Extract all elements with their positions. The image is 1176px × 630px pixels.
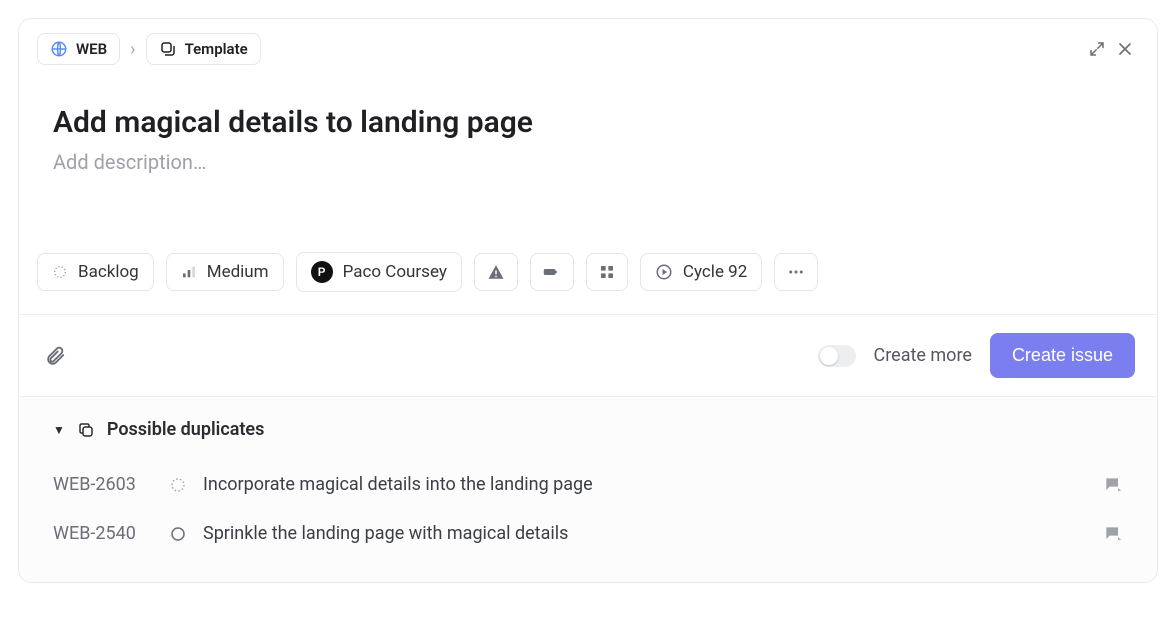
warning-triangle-icon [487,263,505,281]
ellipsis-icon [787,263,805,281]
duplicate-id: WEB-2603 [53,474,153,495]
modal-header: WEB › Template [19,19,1157,65]
breadcrumb-project[interactable]: WEB [37,33,120,65]
duplicate-title: Incorporate magical details into the lan… [203,474,593,495]
issue-title-input[interactable]: Add magical details to landing page [53,105,1123,140]
attach-button[interactable] [41,342,69,370]
expand-button[interactable] [1083,35,1111,63]
assignee-pill[interactable]: P Paco Coursey [296,252,462,292]
cycle-icon [655,263,673,281]
cycle-pill[interactable]: Cycle 92 [640,253,762,291]
assignee-label: Paco Coursey [343,262,447,282]
duplicates-header[interactable]: ▼ Possible duplicates [53,419,1123,440]
duplicate-id: WEB-2540 [53,523,153,544]
tag-icon [543,263,561,281]
status-label: Backlog [78,262,139,282]
duplicate-row[interactable]: WEB-2603 Incorporate magical details int… [53,460,1123,509]
breadcrumb-template[interactable]: Template [146,33,261,65]
create-more-toggle[interactable] [818,345,856,367]
breadcrumb-project-label: WEB [76,40,107,58]
priority-label: Medium [207,262,269,282]
breadcrumb-template-label: Template [185,40,248,58]
grid-icon [599,264,615,280]
create-issue-button[interactable]: Create issue [990,333,1135,378]
label-pill[interactable] [530,253,574,291]
backlog-status-icon [52,264,68,280]
issue-description-input[interactable]: Add description… [53,150,1123,174]
move-to-issue-icon[interactable] [1103,524,1123,544]
milestone-pill[interactable] [586,253,628,291]
more-properties-button[interactable] [774,253,818,291]
assignee-avatar: P [311,261,333,283]
modal-body: Add magical details to landing page Add … [19,65,1157,174]
caret-down-icon: ▼ [53,423,65,437]
duplicate-title: Sprinkle the landing page with magical d… [203,523,568,544]
duplicate-row[interactable]: WEB-2540 Sprinkle the landing page with … [53,509,1123,558]
move-to-issue-icon[interactable] [1103,475,1123,495]
template-icon [159,40,177,58]
project-pill[interactable] [474,253,518,291]
priority-pill[interactable]: Medium [166,253,284,291]
todo-status-icon [169,525,187,543]
modal-footer: Create more Create issue [19,314,1157,396]
copy-icon [77,421,95,439]
priority-medium-icon [181,264,197,280]
backlog-status-icon [169,476,187,494]
close-button[interactable] [1111,35,1139,63]
possible-duplicates-section: ▼ Possible duplicates WEB-2603 Incorpora… [19,396,1157,582]
duplicates-heading-text: Possible duplicates [107,419,264,440]
new-issue-modal: WEB › Template Add magical details [18,18,1158,583]
breadcrumb-separator: › [130,39,135,60]
globe-icon [50,40,68,58]
create-more-label: Create more [874,345,972,366]
status-pill[interactable]: Backlog [37,253,154,291]
cycle-label: Cycle 92 [683,262,747,282]
property-pills-row: Backlog Medium P Paco Coursey [19,252,1157,314]
